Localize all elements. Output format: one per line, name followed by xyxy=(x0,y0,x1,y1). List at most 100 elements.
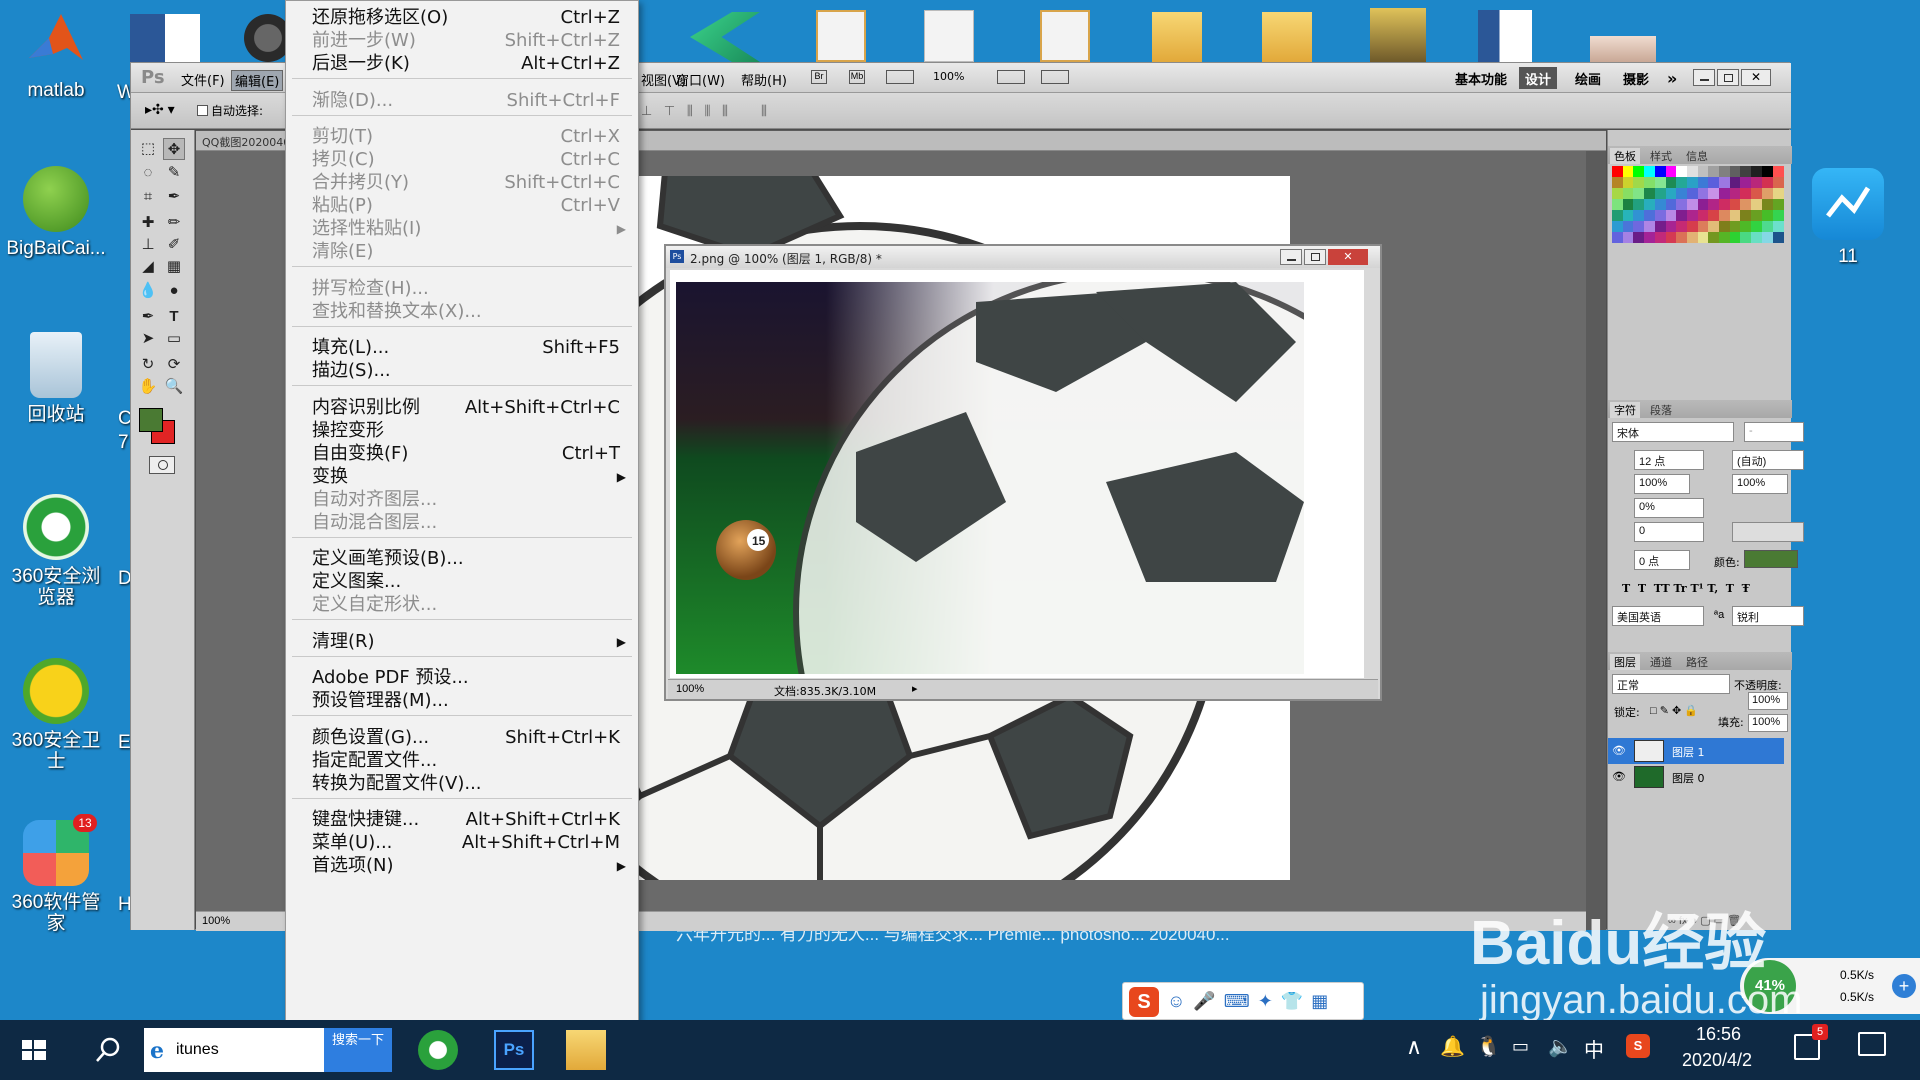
color-swatch[interactable] xyxy=(1654,232,1666,243)
color-swatch[interactable] xyxy=(1612,210,1623,221)
marquee-tool-icon[interactable]: ⬚ xyxy=(137,138,159,160)
fill-field[interactable]: 100% xyxy=(1748,714,1788,732)
color-swatch[interactable] xyxy=(1729,177,1741,188)
color-swatch[interactable] xyxy=(1686,166,1698,177)
desktop-icon-bigbaicai[interactable]: BigBaiCai... xyxy=(6,166,106,259)
color-swatch[interactable] xyxy=(1665,199,1677,210)
tray-notification-bell-icon[interactable]: 🔔 xyxy=(1440,1034,1465,1059)
clone-stamp-icon[interactable]: ⊥ xyxy=(137,234,159,256)
color-swatch[interactable] xyxy=(1676,188,1688,199)
taskbar-clock-date[interactable]: 2020/4/2 xyxy=(1682,1050,1752,1071)
align-icons[interactable]: ⊥ ⊤ ⫼ ⫼ ⫼ xyxy=(641,103,732,119)
quick-mask-button[interactable] xyxy=(149,456,175,474)
sub-minimize-button[interactable] xyxy=(1280,249,1302,265)
status-arrow-icon[interactable]: ▸ xyxy=(912,682,918,695)
color-swatch[interactable] xyxy=(1633,177,1645,188)
color-swatch[interactable] xyxy=(1708,177,1720,188)
menu-window[interactable]: 窗口(W) xyxy=(676,70,725,89)
taskbar-clock-time[interactable]: 16:56 xyxy=(1696,1024,1741,1045)
color-swatch[interactable] xyxy=(1633,232,1645,243)
more-workspaces-button[interactable]: » xyxy=(1661,67,1683,89)
tray-sogou-icon[interactable]: S xyxy=(1626,1034,1650,1058)
color-swatch[interactable] xyxy=(1644,210,1656,221)
desktop-icon-360-safe[interactable]: 360安全卫士 xyxy=(6,658,106,772)
color-swatch[interactable] xyxy=(1751,199,1763,210)
color-swatch[interactable] xyxy=(1761,177,1773,188)
color-swatch[interactable] xyxy=(1740,199,1752,210)
color-swatch[interactable] xyxy=(1708,221,1720,232)
desktop-icon-matlab[interactable]: matlab xyxy=(6,8,106,101)
color-swatch[interactable] xyxy=(1751,221,1763,232)
font-family-select[interactable]: 宋体 xyxy=(1612,422,1734,442)
move-tool-icon[interactable]: ✥ xyxy=(163,138,185,160)
menu-file[interactable]: 文件(F) xyxy=(181,70,225,89)
color-swatch[interactable] xyxy=(1622,232,1634,243)
color-swatch[interactable] xyxy=(1740,177,1752,188)
color-swatch[interactable] xyxy=(1665,188,1677,199)
taskbar-360-browser[interactable] xyxy=(418,1030,458,1070)
color-swatch[interactable] xyxy=(1719,166,1730,177)
color-swatch[interactable] xyxy=(1654,166,1666,177)
arrange-docs-icon[interactable] xyxy=(997,70,1025,84)
color-swatch[interactable] xyxy=(1665,166,1677,177)
color-swatch[interactable] xyxy=(1772,188,1784,199)
font-style-select[interactable]: - xyxy=(1744,422,1804,442)
font-size-select[interactable]: 12 点 xyxy=(1634,450,1704,470)
type-style-buttons[interactable]: T T TT Tr T¹ T, T Ŧ xyxy=(1622,582,1750,595)
3d-rotate-icon[interactable]: ↻ xyxy=(137,354,159,376)
path-select-icon[interactable]: ➤ xyxy=(137,328,159,350)
layers-footer-icons[interactable]: ∞ fx ◑ ▢ ▭ 🗑 xyxy=(1668,914,1741,927)
screen-mode-icon[interactable] xyxy=(1041,70,1069,84)
blend-mode-select[interactable]: 正常 xyxy=(1612,674,1730,694)
search-button[interactable] xyxy=(88,1030,128,1070)
menu-item[interactable]: 首选项(N) ▶ xyxy=(286,852,638,880)
expand-plus-icon[interactable]: + xyxy=(1892,974,1916,998)
color-swatch[interactable] xyxy=(1654,188,1666,199)
tab-paths[interactable]: 路径 xyxy=(1682,654,1712,670)
tray-qq-icon[interactable]: 🐧 xyxy=(1476,1034,1501,1059)
auto-select-checkbox[interactable] xyxy=(197,105,208,116)
color-swatch[interactable] xyxy=(1719,210,1730,221)
desktop-icon-360-browser[interactable]: 360安全浏览器 xyxy=(6,494,106,608)
workspace-painting[interactable]: 绘画 xyxy=(1569,67,1607,89)
color-swatch[interactable] xyxy=(1665,210,1677,221)
color-swatch[interactable] xyxy=(1697,221,1709,232)
color-swatch[interactable] xyxy=(1644,188,1656,199)
minimize-button[interactable] xyxy=(1693,69,1715,86)
dodge-icon[interactable]: ● xyxy=(163,280,185,302)
color-swatch[interactable] xyxy=(1719,188,1730,199)
color-swatch[interactable] xyxy=(1719,232,1730,243)
foreground-color-swatch[interactable] xyxy=(139,408,163,432)
menu-item[interactable]: 后退一步(K) Alt+Ctrl+Z xyxy=(286,50,638,78)
color-swatch[interactable] xyxy=(1772,166,1784,177)
color-swatch[interactable] xyxy=(1740,221,1752,232)
color-swatch[interactable] xyxy=(1644,166,1656,177)
color-swatch[interactable] xyxy=(1761,221,1773,232)
distribute-icon[interactable]: ⫼ xyxy=(761,103,767,119)
sub-status-zoom[interactable]: 100% xyxy=(676,683,704,695)
color-swatch[interactable] xyxy=(1761,210,1773,221)
color-swatch[interactable] xyxy=(1740,188,1752,199)
search-go-button[interactable]: 搜索一下 xyxy=(324,1028,392,1072)
color-swatch[interactable] xyxy=(1772,221,1784,232)
color-swatch[interactable] xyxy=(1612,232,1623,243)
menu-item[interactable]: 转换为配置文件(V)... xyxy=(286,770,638,798)
color-swatch[interactable] xyxy=(1686,199,1698,210)
color-swatch[interactable] xyxy=(1729,210,1741,221)
leading-select[interactable]: (自动) xyxy=(1732,450,1804,470)
color-swatch[interactable] xyxy=(1708,232,1720,243)
color-swatch[interactable] xyxy=(1761,166,1773,177)
color-swatch[interactable] xyxy=(1729,188,1741,199)
color-swatch[interactable] xyxy=(1665,221,1677,232)
color-swatch[interactable] xyxy=(1633,188,1645,199)
hand-tool-icon[interactable]: ✋ xyxy=(137,376,159,398)
color-swatch[interactable] xyxy=(1644,232,1656,243)
gradient-icon[interactable]: ▦ xyxy=(163,256,185,278)
taskbar-photoshop[interactable]: Ps xyxy=(494,1030,534,1070)
taskbar-search-box[interactable]: e itunes xyxy=(144,1028,324,1072)
tab-swatches[interactable]: 色板 xyxy=(1610,148,1640,164)
color-swatch[interactable] xyxy=(1719,199,1730,210)
photo-thumbnail-icon[interactable] xyxy=(1590,36,1656,62)
menu-item[interactable]: 描边(S)... xyxy=(286,357,638,385)
color-swatch[interactable] xyxy=(1686,210,1698,221)
